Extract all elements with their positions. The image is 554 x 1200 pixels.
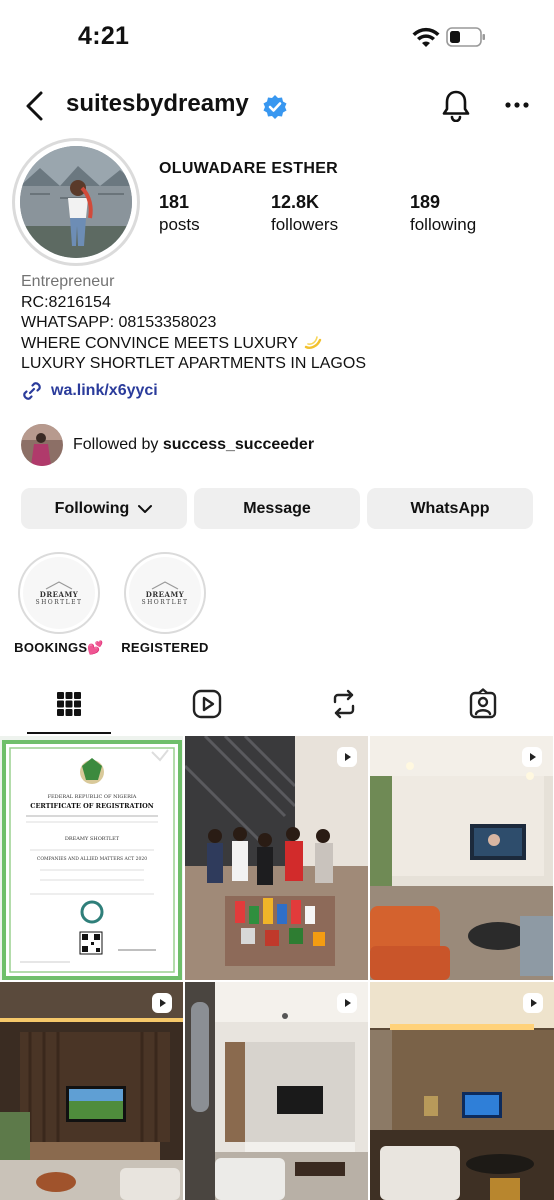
bio-line: RC:8216154 <box>21 293 111 311</box>
status-bar: 4:21 <box>0 0 554 72</box>
followed-by-user: success_succeeder <box>162 436 315 453</box>
post-certificate[interactable]: FEDERAL REPUBLIC OF NIGERIA CERTIFICATE … <box>0 736 183 980</box>
post-thumbnail <box>370 982 554 1200</box>
highlight-label: BOOKINGS💕 <box>14 640 104 655</box>
cert-country: FEDERAL REPUBLIC OF NIGERIA <box>48 794 137 800</box>
stat-following-count: 189 <box>410 192 441 212</box>
highlight-logo-top: DREAMY <box>145 590 185 599</box>
stat-posts-label: posts <box>159 215 200 234</box>
reposts-icon[interactable] <box>328 688 360 720</box>
profile-link-text[interactable]: wa.link/x6yyci <box>51 382 158 400</box>
content-tabs <box>0 680 554 736</box>
followed-by-text: Followed by success_succeeder <box>73 436 314 454</box>
post-reel[interactable] <box>185 982 368 1200</box>
following-button[interactable]: Following <box>21 488 187 529</box>
post-thumbnail <box>370 736 553 980</box>
post-thumbnail <box>0 982 183 1200</box>
battery-icon <box>446 27 485 47</box>
reel-badge-icon <box>523 993 543 1013</box>
posts-grid: FEDERAL REPUBLIC OF NIGERIA CERTIFICATE … <box>0 736 554 1200</box>
post-reel[interactable] <box>370 982 554 1200</box>
bio-line: WHERE CONVINCE MEETS LUXURY <box>21 334 366 355</box>
whatsapp-button-label: WhatsApp <box>410 499 490 517</box>
verified-badge-icon <box>263 95 287 119</box>
grid-icon[interactable] <box>53 688 85 720</box>
cert-business: DREAMY SHORTLET <box>65 836 120 842</box>
stat-posts[interactable]: 181 posts <box>159 192 200 235</box>
post-thumbnail <box>185 982 368 1200</box>
link-icon <box>23 382 41 400</box>
highlight-logo-bottom: SHORTLET <box>141 599 189 606</box>
tagged-icon[interactable] <box>467 688 499 720</box>
profile-username: suitesbydreamy <box>66 90 249 117</box>
highlight-logo-top: DREAMY <box>39 590 79 599</box>
post-thumbnail <box>185 736 368 980</box>
roof-logo-icon <box>151 581 179 590</box>
highlight-label: REGISTERED <box>121 640 209 655</box>
bio-line-text: WHERE CONVINCE MEETS LUXURY <box>21 334 298 352</box>
active-tab-indicator <box>27 732 111 734</box>
more-options-icon[interactable] <box>502 90 532 120</box>
highlight-cover: DREAMY SHORTLET <box>23 557 95 629</box>
reel-badge-icon <box>337 993 357 1013</box>
stat-followers-label: followers <box>271 215 339 234</box>
stat-following[interactable]: 189 following <box>410 192 476 235</box>
dizzy-emoji-icon <box>305 335 322 349</box>
profile-avatar[interactable] <box>20 146 132 258</box>
bio-category: Entrepreneur <box>21 273 115 290</box>
notification-bell-icon[interactable] <box>440 88 472 122</box>
post-reel[interactable] <box>185 736 368 980</box>
highlight-ring: DREAMY SHORTLET <box>18 552 100 634</box>
roof-logo-icon <box>45 581 73 590</box>
following-button-label: Following <box>54 499 130 517</box>
profile-link[interactable]: wa.link/x6yyci <box>21 378 158 404</box>
message-button-label: Message <box>243 499 311 517</box>
back-arrow-icon[interactable] <box>22 90 48 122</box>
reel-badge-icon <box>522 747 542 767</box>
bio-line: WHATSAPP: 08153358023 <box>21 314 217 331</box>
stat-posts-count: 181 <box>159 192 190 212</box>
certificate-image: FEDERAL REPUBLIC OF NIGERIA CERTIFICATE … <box>0 736 183 980</box>
reel-badge-icon <box>337 747 357 767</box>
highlight-cover: DREAMY SHORTLET <box>129 557 201 629</box>
stat-followers[interactable]: 12.8K followers <box>271 192 338 235</box>
profile-bio: Entrepreneur RC:8216154 WHATSAPP: 081533… <box>21 272 366 375</box>
highlight-registered[interactable]: DREAMY SHORTLET REGISTERED <box>121 552 208 655</box>
mutual-follower-avatar <box>21 424 63 466</box>
whatsapp-button[interactable]: WhatsApp <box>367 488 533 529</box>
post-reel[interactable] <box>370 736 553 980</box>
reels-icon[interactable] <box>191 688 223 720</box>
cert-act: COMPANIES AND ALLIED MATTERS ACT 2020 <box>37 856 147 862</box>
profile-header: suitesbydreamy <box>0 84 554 128</box>
display-name: OLUWADARE ESTHER <box>159 160 339 177</box>
highlight-logo-bottom: SHORTLET <box>35 599 83 606</box>
highlight-ring: DREAMY SHORTLET <box>124 552 206 634</box>
post-reel[interactable] <box>0 982 183 1200</box>
wifi-icon <box>412 27 440 47</box>
status-time: 4:21 <box>78 22 130 50</box>
stat-following-label: following <box>410 215 477 234</box>
highlight-bookings[interactable]: DREAMY SHORTLET BOOKINGS💕 <box>14 552 104 655</box>
followed-by-prefix: Followed by <box>73 436 159 453</box>
stat-followers-count: 12.8K <box>271 192 320 212</box>
cert-title: CERTIFICATE OF REGISTRATION <box>30 802 154 810</box>
reel-badge-icon <box>152 993 172 1013</box>
chevron-down-icon <box>138 504 153 513</box>
bio-line: LUXURY SHORTLET APARTMENTS IN LAGOS <box>21 355 366 372</box>
followed-by[interactable]: Followed by success_succeeder <box>21 424 314 466</box>
message-button[interactable]: Message <box>194 488 360 529</box>
